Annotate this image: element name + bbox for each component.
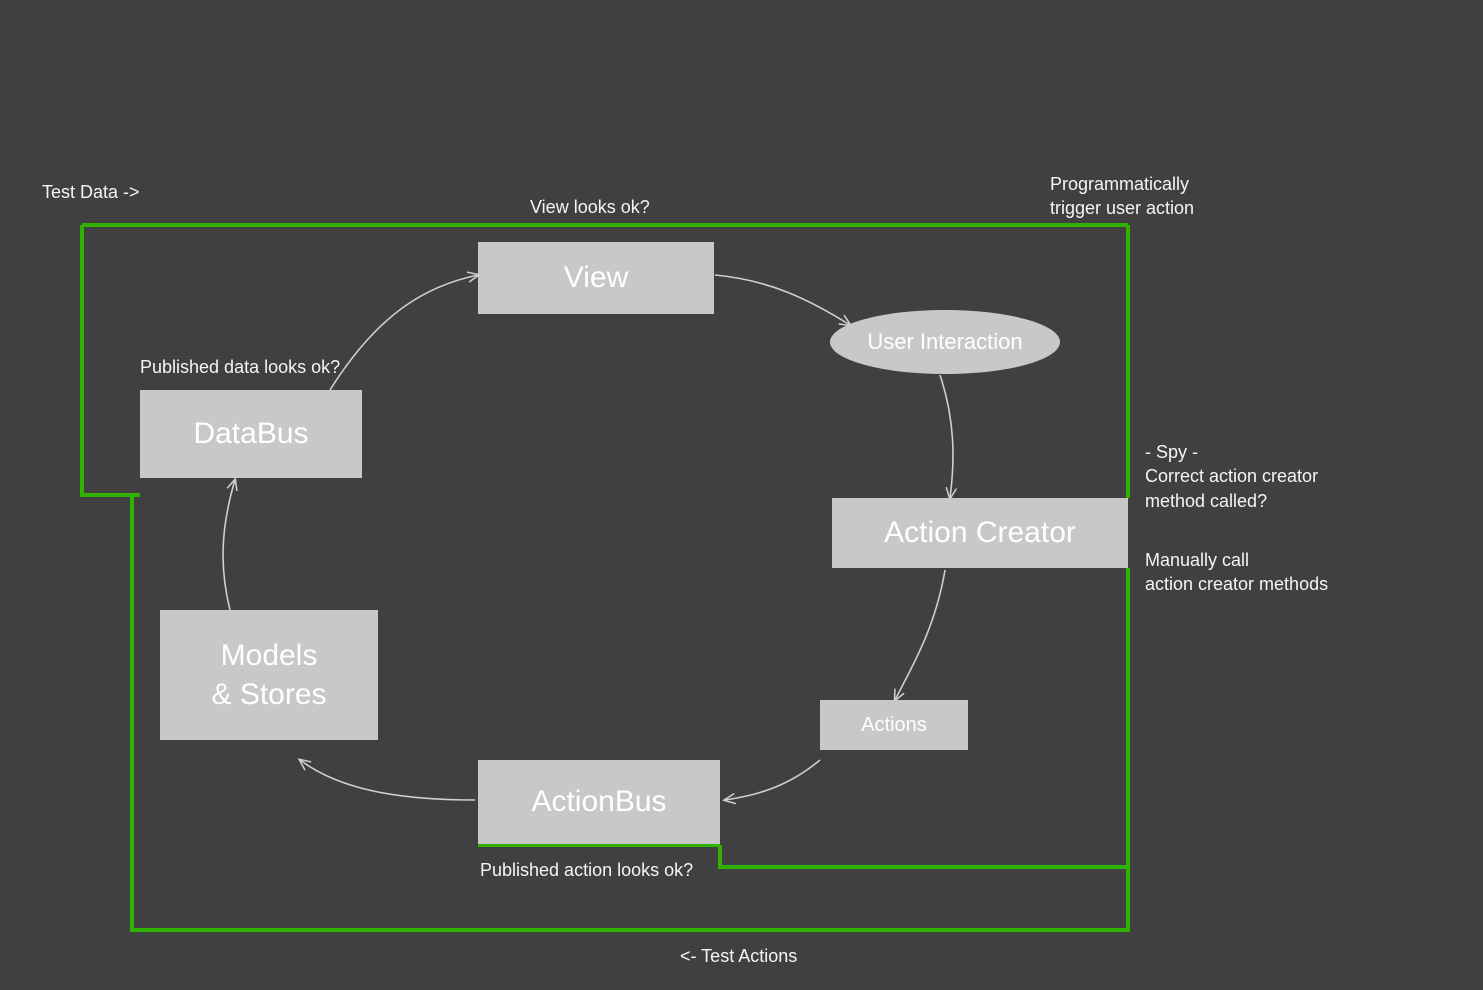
node-view: View xyxy=(478,242,714,314)
label-published-action: Published action looks ok? xyxy=(480,858,693,882)
label-test-data: Test Data -> xyxy=(42,180,140,204)
label-manual-call: Manually call action creator methods xyxy=(1145,548,1328,597)
label-published-data: Published data looks ok? xyxy=(140,355,340,379)
label-view-looks-ok: View looks ok? xyxy=(530,195,650,219)
diagram-title: Possible TDD Approaches xyxy=(0,28,1483,67)
node-user-interaction: User Interaction xyxy=(830,310,1060,374)
label-spy: - Spy - Correct action creator method ca… xyxy=(1145,440,1318,513)
node-models-stores: Models & Stores xyxy=(160,610,378,740)
node-action-creator: Action Creator xyxy=(832,498,1128,568)
node-action-bus: ActionBus xyxy=(478,760,720,844)
label-programmatically-trigger: Programmatically trigger user action xyxy=(1050,172,1194,221)
label-test-actions: <- Test Actions xyxy=(680,944,797,968)
node-actions: Actions xyxy=(820,700,968,750)
node-data-bus: DataBus xyxy=(140,390,362,478)
